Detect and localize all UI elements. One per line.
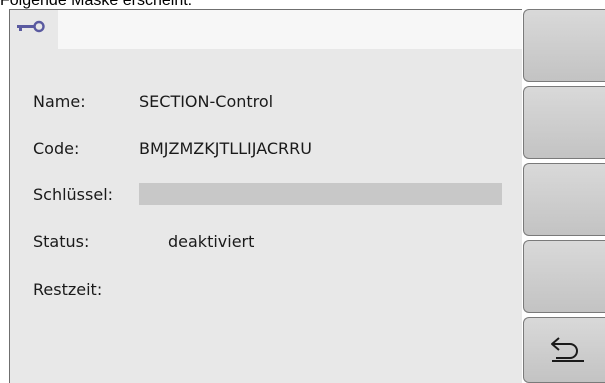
softkey-3[interactable]	[523, 163, 605, 236]
tab-bar	[10, 10, 522, 49]
key-icon	[17, 20, 45, 33]
softkey-4[interactable]	[523, 240, 605, 313]
terminal-screen: Name: SECTION-Control Code: BMJZMZKJTLLI…	[9, 9, 522, 383]
status-label: Status:	[33, 232, 90, 251]
code-label: Code:	[33, 139, 80, 158]
status-value: deaktiviert	[168, 232, 255, 251]
key-label: Schlüssel:	[33, 185, 114, 204]
name-label: Name:	[33, 92, 86, 111]
back-button[interactable]	[523, 317, 605, 383]
code-value: BMJZMZKJTLLIJACRRU	[139, 139, 312, 158]
return-arrow-icon	[551, 337, 584, 362]
name-value: SECTION-Control	[139, 92, 274, 111]
softkey-2[interactable]	[523, 86, 605, 159]
softkey-bar	[523, 9, 605, 383]
tab-license-key[interactable]	[10, 10, 58, 49]
key-input[interactable]	[139, 183, 502, 205]
softkey-1[interactable]	[523, 9, 605, 82]
remaining-time-label: Restzeit:	[33, 280, 103, 299]
